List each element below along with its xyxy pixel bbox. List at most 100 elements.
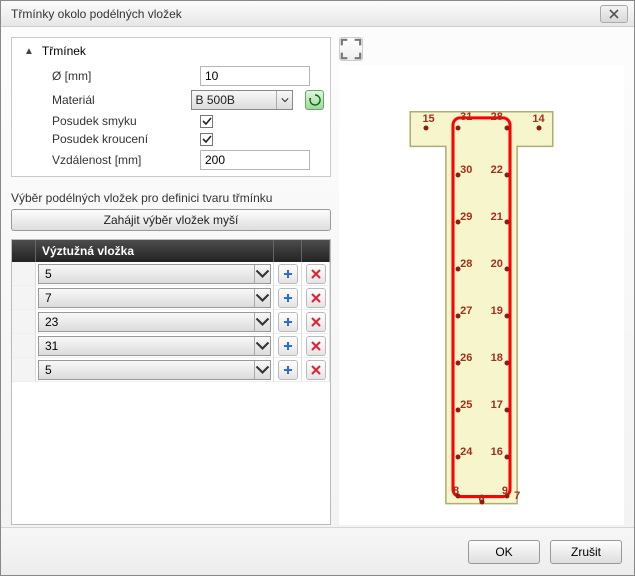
bar-dot <box>504 219 509 224</box>
table-row: 5 <box>12 358 330 382</box>
bar-select[interactable]: 5 <box>38 360 271 380</box>
add-row-button[interactable] <box>278 288 298 308</box>
prop-label: Vzdálenost [mm] <box>52 153 192 167</box>
bar-dot <box>536 125 541 130</box>
property-group-header[interactable]: ▲ Třmínek <box>12 42 330 64</box>
prop-label: Posudek kroucení <box>52 132 192 146</box>
plus-icon <box>282 292 294 304</box>
bar-dot <box>456 455 461 460</box>
chevron-down-icon <box>254 313 270 331</box>
title-bar: Třmínky okolo podélných vložek <box>1 1 634 27</box>
bar-select[interactable]: 7 <box>38 288 271 308</box>
bar-dot <box>479 500 484 505</box>
chevron-down-icon <box>254 361 270 379</box>
diameter-input[interactable] <box>200 66 310 86</box>
bar-dot <box>504 408 509 413</box>
x-icon <box>310 268 322 280</box>
row-handle[interactable] <box>12 286 36 310</box>
bar-dot <box>456 408 461 413</box>
dialog-title: Třmínky okolo podélných vložek <box>11 7 182 21</box>
row-handle[interactable] <box>12 334 36 358</box>
row-delete-cell <box>302 310 330 334</box>
add-row-button[interactable] <box>278 264 298 284</box>
row-add-cell <box>274 286 302 310</box>
row-delete-cell <box>302 334 330 358</box>
bar-dot <box>504 313 509 318</box>
collapse-icon: ▲ <box>24 46 34 57</box>
bar-label: 7 <box>514 490 520 502</box>
row-value-cell: 7 <box>36 286 274 310</box>
close-button[interactable] <box>600 5 628 23</box>
section-drawing <box>339 65 624 525</box>
add-row-button[interactable] <box>278 360 298 380</box>
bar-label: 28 <box>460 258 472 270</box>
th-main: Výztužná vložka <box>36 240 274 262</box>
shear-checkbox[interactable] <box>200 115 213 128</box>
delete-row-button[interactable] <box>306 360 326 380</box>
bar-select[interactable]: 31 <box>38 336 271 356</box>
table-row: 23 <box>12 310 330 334</box>
start-selection-label: Zahájit výběr vložek myší <box>104 213 239 227</box>
bar-label: 14 <box>532 113 544 125</box>
start-selection-button[interactable]: Zahájit výběr vložek myší <box>11 209 331 231</box>
table-body: 5 7 23 31 5 <box>12 262 330 382</box>
material-value: B 500B <box>192 91 277 109</box>
dialog-window: Třmínky okolo podélných vložek ▲ Třmínek… <box>0 0 635 576</box>
bar-label: 27 <box>460 305 472 317</box>
bar-label: 25 <box>460 399 472 411</box>
row-add-cell <box>274 262 302 286</box>
th-spacer <box>12 240 36 262</box>
distance-input[interactable] <box>200 150 310 170</box>
delete-row-button[interactable] <box>306 264 326 284</box>
material-library-button[interactable] <box>305 90 324 110</box>
section-canvas[interactable]: 1531281430222921282027192618251724168697 <box>339 65 624 525</box>
torsion-checkbox[interactable] <box>200 133 213 146</box>
add-row-button[interactable] <box>278 336 298 356</box>
plus-icon <box>282 316 294 328</box>
chevron-down-icon <box>254 337 270 355</box>
x-icon <box>310 364 322 376</box>
cancel-button[interactable]: Zrušit <box>550 540 622 564</box>
prop-label: Ø [mm] <box>52 69 192 83</box>
property-grid: ▲ Třmínek Ø [mm] Materiál B 500B <box>11 37 331 177</box>
delete-row-button[interactable] <box>306 312 326 332</box>
row-value-cell: 31 <box>36 334 274 358</box>
bar-dot <box>456 313 461 318</box>
delete-row-button[interactable] <box>306 288 326 308</box>
bar-value: 5 <box>39 361 254 379</box>
bar-label: 17 <box>491 399 503 411</box>
chevron-down-icon <box>254 265 270 283</box>
row-delete-cell <box>302 286 330 310</box>
prop-row-material: Materiál B 500B <box>12 88 330 112</box>
row-value-cell: 5 <box>36 358 274 382</box>
bar-dot <box>456 360 461 365</box>
bar-label: 21 <box>491 211 503 223</box>
bar-dot <box>456 493 461 498</box>
bar-select[interactable]: 23 <box>38 312 271 332</box>
delete-row-button[interactable] <box>306 336 326 356</box>
row-handle[interactable] <box>12 262 36 286</box>
bar-dot <box>504 360 509 365</box>
chevron-down-icon <box>276 91 292 109</box>
prop-label: Posudek smyku <box>52 114 192 128</box>
prop-label: Materiál <box>52 93 183 107</box>
add-row-button[interactable] <box>278 312 298 332</box>
bar-select[interactable]: 5 <box>38 264 271 284</box>
row-add-cell <box>274 358 302 382</box>
bar-label: 28 <box>491 111 503 123</box>
table-row: 5 <box>12 262 330 286</box>
row-handle[interactable] <box>12 358 36 382</box>
bar-dot <box>504 493 509 498</box>
ok-button[interactable]: OK <box>468 540 540 564</box>
expand-view-button[interactable] <box>339 37 363 61</box>
bar-dot <box>504 266 509 271</box>
dialog-footer: OK Zrušit <box>1 527 634 575</box>
row-handle[interactable] <box>12 310 36 334</box>
material-select[interactable]: B 500B <box>191 90 294 110</box>
bar-dot <box>504 455 509 460</box>
bar-dot <box>456 125 461 130</box>
bar-value: 5 <box>39 265 254 283</box>
bar-dot <box>456 172 461 177</box>
prop-row-distance: Vzdálenost [mm] <box>12 148 330 172</box>
chevron-down-icon <box>254 289 270 307</box>
